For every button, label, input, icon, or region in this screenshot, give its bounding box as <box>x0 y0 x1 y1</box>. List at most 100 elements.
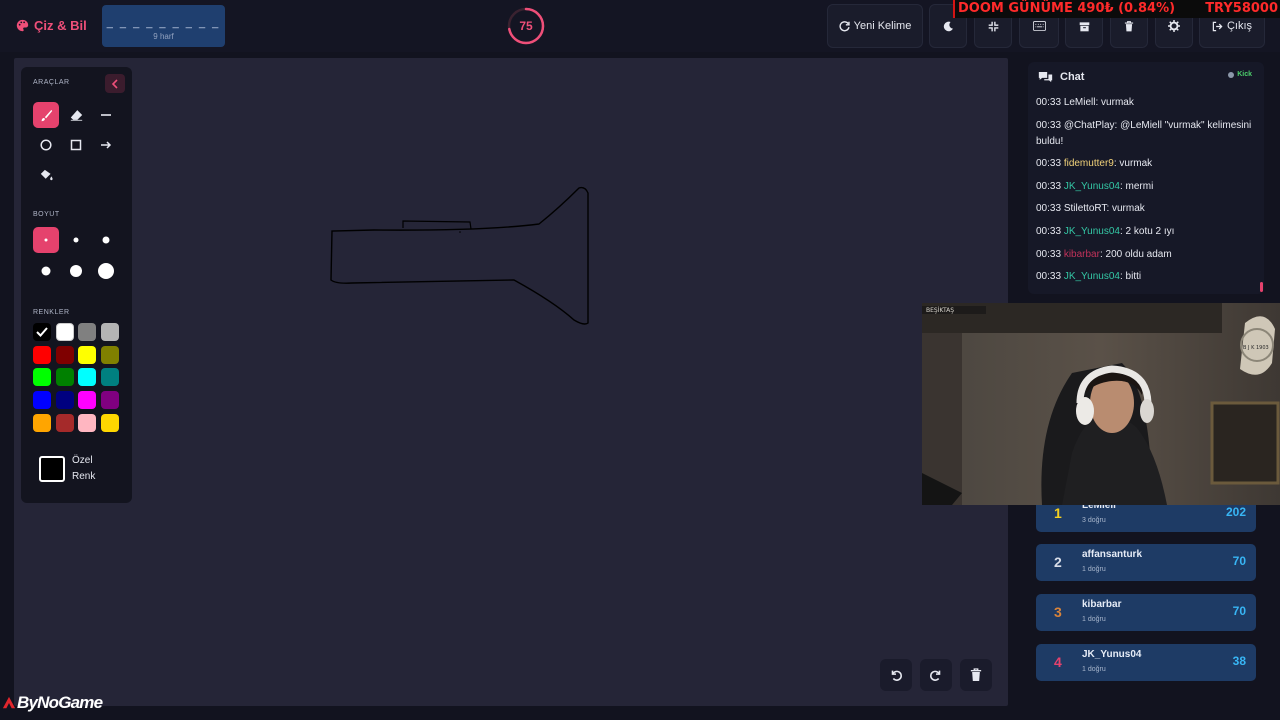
collapse-panel-button[interactable] <box>105 74 125 93</box>
chat-time: 00:33 <box>1036 203 1062 215</box>
color-swatch[interactable] <box>55 391 74 410</box>
brand: Çiz & Bil <box>16 18 87 33</box>
color-swatch[interactable] <box>55 345 74 364</box>
redo-button[interactable] <box>920 659 952 691</box>
timer-value: 75 <box>519 19 533 33</box>
chat-username[interactable]: JK_Yunus04 <box>1064 226 1120 237</box>
size-dot-icon <box>102 236 110 244</box>
custom-color-button[interactable]: Özel Renk <box>33 450 128 488</box>
chat-title: Chat <box>1060 71 1085 83</box>
color-swatch[interactable] <box>78 345 96 364</box>
player-rank: 3 <box>1054 604 1062 620</box>
size-option-3[interactable] <box>93 227 119 253</box>
chat-username[interactable]: @ChatPlay <box>1064 120 1115 131</box>
chat-username[interactable]: JK_Yunus04 <box>1064 271 1120 282</box>
chat-time: 00:33 <box>1036 225 1062 237</box>
color-swatch[interactable] <box>100 345 119 364</box>
circle-icon <box>40 139 52 151</box>
square-icon <box>70 139 82 151</box>
new-word-button[interactable]: Yeni Kelime <box>827 4 923 48</box>
redo-icon <box>930 670 941 681</box>
color-swatch[interactable] <box>33 413 51 432</box>
chat-message: 00:33 kibarbar: 200 oldu adam <box>1036 247 1252 263</box>
color-swatch[interactable] <box>78 391 96 410</box>
color-swatch[interactable] <box>33 391 51 410</box>
color-swatch[interactable] <box>78 413 96 432</box>
fill-tool[interactable] <box>33 162 59 188</box>
leaderboard-row: 3 kibarbar 1 doğru 70 <box>1036 594 1256 631</box>
color-swatch[interactable] <box>33 368 51 387</box>
arrow-tool[interactable] <box>93 132 119 158</box>
brush-tool[interactable] <box>33 102 59 128</box>
logout-icon <box>1212 21 1223 31</box>
logo-icon <box>2 696 16 709</box>
player-correct-count: 1 doğru <box>1082 666 1106 673</box>
rectangle-tool[interactable] <box>63 132 89 158</box>
drawing-canvas[interactable] <box>14 58 1008 706</box>
player-score: 70 <box>1232 554 1246 568</box>
color-swatch[interactable] <box>55 368 74 387</box>
chat-username[interactable]: fidemutter9 <box>1064 158 1114 169</box>
webcam-overlay: B J K 1903 BEŞİKTAŞ <box>922 303 1280 505</box>
check-icon <box>36 327 48 337</box>
new-word-label: Yeni Kelime <box>853 20 912 32</box>
color-swatch[interactable] <box>100 391 119 410</box>
size-option-2[interactable] <box>63 227 89 253</box>
size-option-5[interactable] <box>63 258 89 284</box>
ticker-text: DOOM GÜNÜME 490₺ (0.84%) <box>958 1 1176 16</box>
status-dot-icon <box>1228 71 1235 78</box>
undo-icon <box>891 670 902 681</box>
canvas-actions <box>880 659 992 691</box>
round-timer: 75 <box>507 7 545 45</box>
refresh-icon <box>839 20 850 31</box>
platform-badge: Kick <box>1228 71 1252 78</box>
player-rank: 2 <box>1054 554 1062 570</box>
color-swatch[interactable] <box>33 323 51 341</box>
size-option-6[interactable] <box>93 258 119 284</box>
chat-panel: Chat Kick 00:33 LeMiell: vurmak 00:33 @Ch… <box>1028 62 1264 294</box>
keyboard-icon <box>1032 21 1046 31</box>
undo-button[interactable] <box>880 659 912 691</box>
size-dot-icon <box>70 265 82 277</box>
colors-section-title: RENKLER <box>33 309 70 316</box>
size-dot-icon <box>41 266 51 276</box>
chat-username[interactable]: LeMiell <box>1064 97 1096 108</box>
gear-icon <box>1168 20 1180 32</box>
crest-text: B J K 1903 <box>1243 345 1269 351</box>
circle-tool[interactable] <box>33 132 59 158</box>
color-swatch[interactable] <box>78 323 96 341</box>
chat-username[interactable]: StilettoRT <box>1064 203 1107 214</box>
word-letter-count: 9 harf <box>153 32 174 41</box>
canvas-clear-button[interactable] <box>960 659 992 691</box>
player-rank: 1 <box>1054 505 1062 521</box>
chat-username[interactable]: JK_Yunus04 <box>1064 181 1120 192</box>
ticker-amount: TRY58000 <box>1205 1 1278 16</box>
chat-scrollbar[interactable] <box>1260 282 1263 292</box>
color-swatch[interactable] <box>55 323 74 341</box>
eraser-tool[interactable] <box>63 102 89 128</box>
brush-icon <box>41 109 52 121</box>
chat-text: : bitti <box>1119 271 1142 283</box>
color-swatch[interactable] <box>33 345 51 364</box>
size-option-4[interactable] <box>33 258 59 284</box>
arrow-icon <box>101 141 112 149</box>
chat-header: Chat Kick <box>1028 62 1264 92</box>
comments-icon <box>1038 72 1053 83</box>
logout-label: Çıkış <box>1226 20 1253 32</box>
trash-icon <box>1124 20 1134 31</box>
player-score: 38 <box>1232 654 1246 668</box>
color-swatch[interactable] <box>100 413 119 432</box>
chat-message: 00:33 JK_Yunus04: bitti <box>1036 269 1252 285</box>
color-swatch[interactable] <box>100 323 119 341</box>
chat-time: 00:33 <box>1036 248 1062 260</box>
line-tool[interactable] <box>93 102 119 128</box>
chat-message: 00:33 JK_Yunus04: 2 kotu 2 ıyı <box>1036 224 1252 240</box>
size-option-1[interactable] <box>33 227 59 253</box>
color-swatch[interactable] <box>55 413 74 432</box>
word-pattern: _ _ _ _ _ _ _ _ _ <box>106 17 221 29</box>
chat-time: 00:33 <box>1036 97 1062 108</box>
chat-username[interactable]: kibarbar <box>1064 249 1100 260</box>
color-swatch[interactable] <box>78 368 96 387</box>
palette-icon <box>16 19 29 32</box>
color-swatch[interactable] <box>100 368 119 387</box>
